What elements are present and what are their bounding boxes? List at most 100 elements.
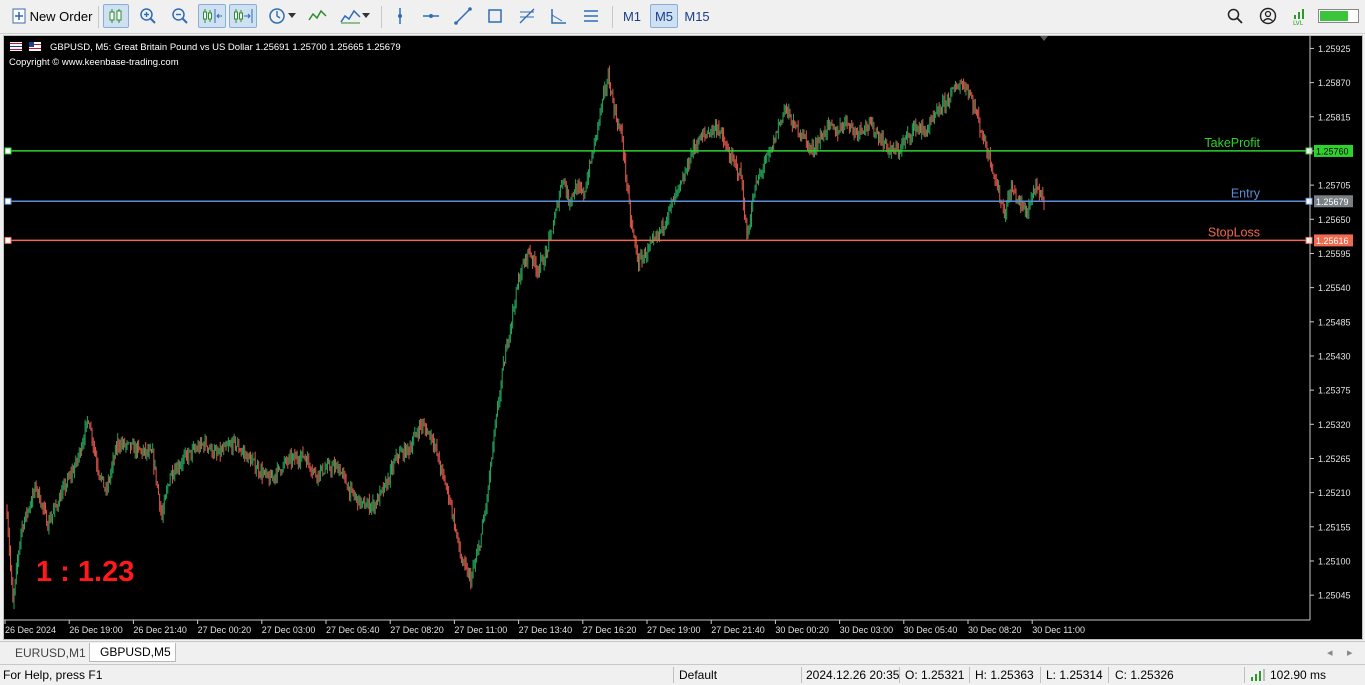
new-order-button[interactable]: New Order bbox=[8, 4, 96, 28]
timeframe-m1-button[interactable]: M1 bbox=[619, 4, 645, 28]
indicators-button[interactable] bbox=[306, 4, 330, 28]
y-tick-label: 1.25815 bbox=[1318, 112, 1351, 122]
chart-shift-button[interactable] bbox=[198, 4, 226, 28]
status-high: H: 1.25363 bbox=[975, 668, 1034, 682]
chevron-down-icon bbox=[288, 13, 296, 18]
x-tick-label: 30 Dec 11:00 bbox=[1032, 625, 1085, 635]
status-separator bbox=[1040, 667, 1041, 683]
symbol-info: GBPUSD, M5: Great Britain Pound vs US Do… bbox=[50, 42, 401, 53]
stop-loss-label: StopLoss bbox=[1208, 225, 1260, 239]
status-close: C: 1.25326 bbox=[1115, 668, 1174, 682]
stop-loss-right-handle[interactable] bbox=[1305, 236, 1313, 244]
y-tick-label: 1.25100 bbox=[1318, 556, 1351, 566]
status-datetime: 2024.12.26 20:35 bbox=[806, 668, 900, 682]
fibonacci-tool[interactable] bbox=[515, 4, 539, 28]
vertical-line-tool[interactable] bbox=[388, 4, 412, 28]
candles-layer bbox=[6, 65, 1045, 610]
x-tick-label: 27 Dec 03:00 bbox=[262, 625, 316, 635]
chart-tabs: EURUSD,M1 GBPUSD,M5 ◂ ▸ bbox=[0, 641, 1365, 663]
horizontal-line-icon bbox=[423, 14, 439, 18]
copyright-text: Copyright © www.keenbase-trading.com bbox=[9, 57, 179, 68]
horizontal-line-tool[interactable] bbox=[419, 4, 443, 28]
svg-text:LVL: LVL bbox=[1293, 20, 1304, 26]
chart-shift-icon bbox=[203, 9, 222, 23]
risk-reward-ratio: 1 : 1.23 bbox=[36, 556, 134, 588]
rectangle-tool[interactable] bbox=[483, 4, 507, 28]
periodicity-button[interactable] bbox=[263, 4, 301, 28]
y-tick-label: 1.25375 bbox=[1318, 386, 1351, 396]
y-tick-label: 1.25540 bbox=[1318, 283, 1351, 293]
axes-layer: 1.25925 1.25870 1.25815 1.25760 1.25705 1.256… bbox=[4, 36, 1351, 635]
tab-label: GBPUSD,M5 bbox=[100, 645, 171, 659]
profile-name[interactable]: Default bbox=[679, 668, 717, 682]
pitchfork-tool[interactable] bbox=[547, 4, 571, 28]
x-tick-label: 30 Dec 08:20 bbox=[968, 625, 1022, 635]
y-tick-label: 1.25265 bbox=[1318, 454, 1351, 464]
new-order-icon bbox=[12, 8, 26, 24]
chart-header: GBPUSD, M5: Great Britain Pound vs US Do… bbox=[9, 42, 401, 68]
price-chart[interactable]: 1.25925 1.25870 1.25815 1.25760 1.25705 1.256… bbox=[4, 36, 1362, 639]
account-button[interactable] bbox=[1256, 4, 1280, 28]
pitchfork-icon bbox=[551, 9, 566, 24]
chart-window[interactable]: 1.25925 1.25870 1.25815 1.25760 1.25705 1.256… bbox=[3, 35, 1363, 640]
y-tick-label: 1.25705 bbox=[1318, 181, 1351, 191]
entry-price: 1.25679 bbox=[1316, 197, 1349, 207]
y-tick-label: 1.25210 bbox=[1318, 488, 1351, 498]
y-tick-label: 1.25595 bbox=[1318, 249, 1351, 259]
rectangle-icon bbox=[488, 9, 502, 23]
x-tick-label: 27 Dec 16:20 bbox=[583, 625, 637, 635]
status-separator bbox=[1244, 667, 1245, 683]
timeframe-m5-button[interactable]: M5 bbox=[650, 4, 678, 28]
y-tick-label: 1.25320 bbox=[1318, 420, 1351, 430]
candlestick-icon bbox=[109, 9, 122, 23]
zoom-out-icon bbox=[172, 8, 188, 24]
x-tick-label: 27 Dec 21:40 bbox=[711, 625, 765, 635]
channel-icon bbox=[584, 10, 598, 22]
signal-level-icon: LVL bbox=[1293, 9, 1304, 26]
stop-loss-left-handle[interactable] bbox=[4, 236, 12, 244]
tab-eurusd-m1[interactable]: EURUSD,M1 bbox=[4, 643, 88, 662]
main-toolbar: New Order M1 M5 M15 LVL bbox=[0, 0, 1365, 34]
timeframe-m15-button[interactable]: M15 bbox=[682, 4, 712, 28]
trendline-tool[interactable] bbox=[451, 4, 475, 28]
templates-button[interactable] bbox=[336, 4, 374, 28]
help-text: For Help, press F1 bbox=[3, 668, 103, 682]
x-tick-label: 26 Dec 21:40 bbox=[133, 625, 187, 635]
ping-value: 102.90 ms bbox=[1270, 668, 1327, 682]
signal-level-indicator[interactable]: LVL bbox=[1290, 4, 1312, 28]
search-button[interactable] bbox=[1223, 4, 1247, 28]
auto-scroll-button[interactable] bbox=[229, 4, 257, 28]
entry-right-handle[interactable] bbox=[1305, 197, 1313, 205]
take-profit-price-tag: 1.25760 bbox=[1314, 144, 1353, 157]
chart-shift-marker[interactable] bbox=[1040, 36, 1048, 41]
connection-signal-icon bbox=[1251, 669, 1265, 681]
tab-gbpusd-m5[interactable]: GBPUSD,M5 bbox=[89, 643, 176, 662]
auto-scroll-icon bbox=[234, 9, 253, 23]
connection-battery-indicator bbox=[1316, 4, 1362, 28]
battery-icon bbox=[1318, 9, 1359, 23]
status-bar: For Help, press F1 Default 2024.12.26 20… bbox=[0, 664, 1365, 685]
status-open: O: 1.25321 bbox=[905, 668, 965, 682]
tab-scroll-left-icon[interactable]: ◂ bbox=[1327, 646, 1333, 659]
x-tick-label: 30 Dec 05:40 bbox=[904, 625, 958, 635]
take-profit-left-handle[interactable] bbox=[4, 147, 12, 155]
stop-loss-price-tag: 1.25616 bbox=[1314, 234, 1353, 247]
entry-left-handle[interactable] bbox=[4, 197, 12, 205]
x-tick-label: 30 Dec 03:00 bbox=[840, 625, 894, 635]
timeframe-m1-label: M1 bbox=[622, 8, 642, 24]
chart-template-icon bbox=[340, 9, 361, 24]
vertical-line-icon bbox=[398, 8, 402, 24]
status-low: L: 1.25314 bbox=[1046, 668, 1103, 682]
candlestick-mode-button[interactable] bbox=[103, 4, 129, 28]
y-tick-label: 1.25430 bbox=[1318, 351, 1351, 361]
x-tick-label: 27 Dec 00:20 bbox=[198, 625, 252, 635]
timeframe-m5-label: M5 bbox=[654, 8, 674, 24]
channel-tool[interactable] bbox=[579, 4, 603, 28]
status-separator bbox=[969, 667, 970, 683]
zoom-in-button[interactable] bbox=[136, 4, 160, 28]
take-profit-price: 1.25760 bbox=[1316, 146, 1349, 156]
x-tick-label: 26 Dec 2024 bbox=[5, 625, 56, 635]
zoom-out-button[interactable] bbox=[168, 4, 192, 28]
tab-scroll-right-icon[interactable]: ▸ bbox=[1347, 646, 1353, 659]
x-tick-label: 27 Dec 08:20 bbox=[390, 625, 444, 635]
